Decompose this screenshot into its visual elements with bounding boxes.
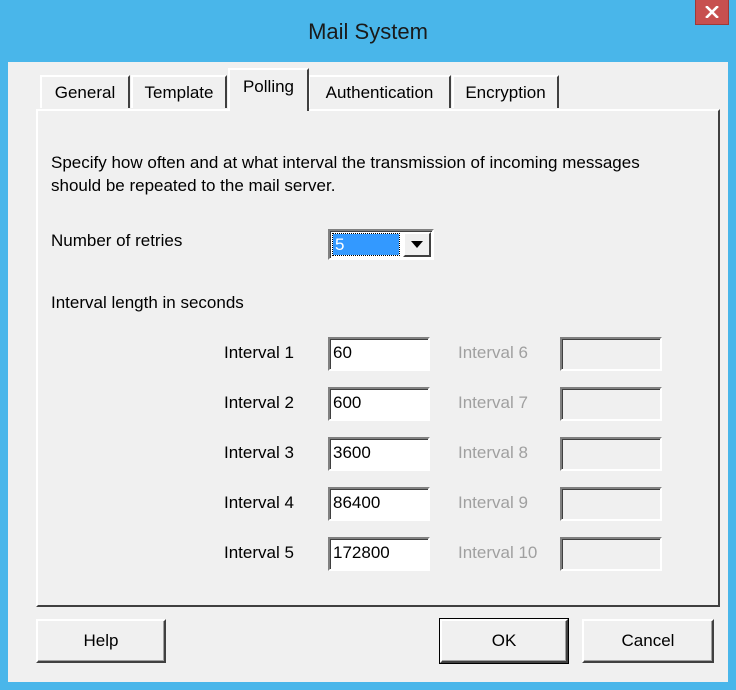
interval-4-input[interactable]: 86400 bbox=[328, 487, 430, 521]
ok-button[interactable]: OK bbox=[439, 618, 569, 664]
help-button[interactable]: Help bbox=[36, 619, 166, 663]
retries-value: 5 bbox=[332, 233, 400, 256]
mail-system-dialog: Mail System General Template Polling Aut… bbox=[0, 0, 736, 690]
interval-2-label: Interval 2 bbox=[224, 393, 294, 412]
interval-9-input[interactable] bbox=[560, 487, 662, 521]
interval-5-label: Interval 5 bbox=[224, 543, 294, 562]
retries-select[interactable]: 5 bbox=[328, 229, 434, 260]
interval-9-label: Interval 9 bbox=[458, 493, 528, 512]
cancel-button-label: Cancel bbox=[621, 631, 675, 650]
tab-template[interactable]: Template bbox=[131, 75, 227, 108]
ok-button-label: OK bbox=[491, 631, 517, 650]
interval-7-input[interactable] bbox=[560, 387, 662, 421]
tab-authentication-label: Authentication bbox=[325, 82, 434, 102]
chevron-down-icon bbox=[411, 241, 423, 248]
polling-panel: Specify how often and at what interval t… bbox=[36, 109, 720, 607]
interval-8-label: Interval 8 bbox=[458, 443, 528, 462]
retries-dropdown-button[interactable] bbox=[403, 232, 431, 257]
cancel-button[interactable]: Cancel bbox=[582, 619, 714, 663]
interval-5-input[interactable]: 172800 bbox=[328, 537, 430, 571]
close-button[interactable] bbox=[695, 0, 729, 25]
interval-6-label: Interval 6 bbox=[458, 343, 528, 362]
tab-encryption[interactable]: Encryption bbox=[452, 75, 559, 108]
interval-7-label: Interval 7 bbox=[458, 393, 528, 412]
interval-1-label: Interval 1 bbox=[224, 343, 294, 362]
interval-4-label: Interval 4 bbox=[224, 493, 294, 512]
interval-2-input[interactable]: 600 bbox=[328, 387, 430, 421]
interval-10-label: Interval 10 bbox=[458, 543, 538, 562]
tab-encryption-label: Encryption bbox=[465, 82, 546, 102]
tab-polling[interactable]: Polling bbox=[228, 68, 309, 111]
window-title: Mail System bbox=[308, 19, 428, 44]
close-icon bbox=[705, 6, 719, 18]
interval-6-input[interactable] bbox=[560, 337, 662, 371]
interval-3-label: Interval 3 bbox=[224, 443, 294, 462]
dialog-client-area: General Template Polling Authentication … bbox=[8, 62, 728, 682]
interval-10-input[interactable] bbox=[560, 537, 662, 571]
tab-general[interactable]: General bbox=[40, 75, 130, 108]
interval-heading: Interval length in seconds bbox=[51, 293, 244, 312]
retries-label: Number of retries bbox=[51, 231, 183, 250]
tab-polling-label: Polling bbox=[242, 76, 295, 96]
interval-1-input[interactable]: 60 bbox=[328, 337, 430, 371]
tab-template-label: Template bbox=[144, 82, 214, 102]
tab-general-label: General bbox=[54, 82, 116, 102]
help-button-label: Help bbox=[83, 631, 119, 650]
interval-3-input[interactable]: 3600 bbox=[328, 437, 430, 471]
polling-description: Specify how often and at what interval t… bbox=[51, 153, 640, 195]
title-bar[interactable]: Mail System bbox=[0, 0, 736, 62]
tab-authentication[interactable]: Authentication bbox=[308, 75, 451, 108]
interval-8-input[interactable] bbox=[560, 437, 662, 471]
